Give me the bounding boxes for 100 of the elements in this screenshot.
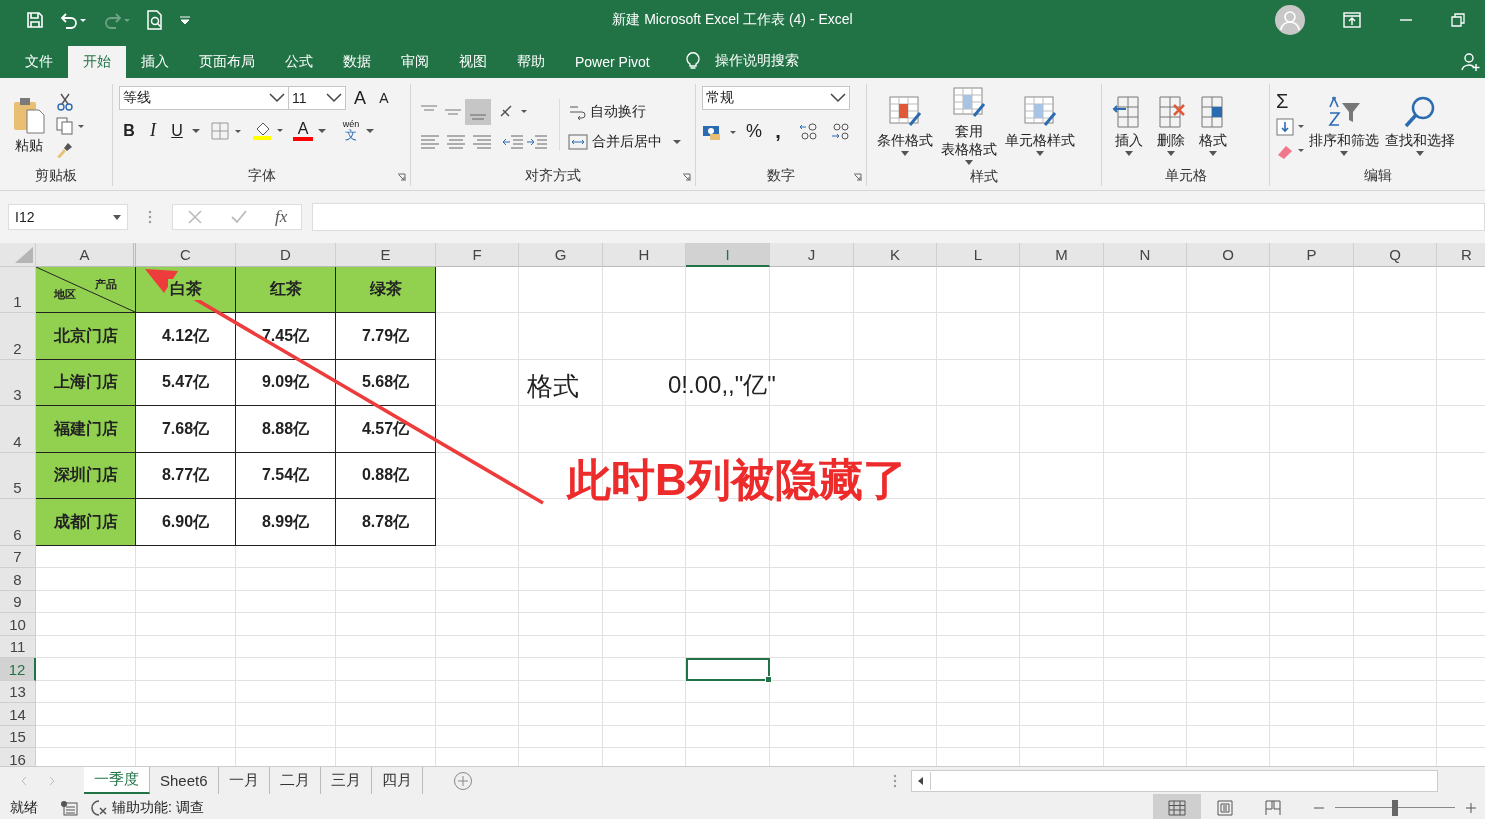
column-header[interactable]: K bbox=[854, 243, 937, 267]
row-header[interactable]: 14 bbox=[0, 703, 36, 726]
save-icon[interactable] bbox=[26, 11, 44, 29]
row-header[interactable]: 10 bbox=[0, 613, 36, 636]
zoom-in-icon[interactable] bbox=[1465, 801, 1477, 814]
dialog-launcher-icon[interactable] bbox=[397, 173, 406, 182]
row-header[interactable]: 2 bbox=[0, 313, 36, 360]
paste-button[interactable]: 粘贴 bbox=[6, 94, 52, 156]
shrink-font-button[interactable]: A bbox=[374, 90, 394, 106]
copy-icon[interactable] bbox=[56, 117, 86, 135]
row-header[interactable]: 12 bbox=[0, 658, 36, 681]
column-header[interactable]: M bbox=[1020, 243, 1104, 267]
row-header[interactable]: 8 bbox=[0, 568, 36, 591]
decrease-decimal-icon[interactable] bbox=[830, 120, 852, 143]
row-header[interactable]: 13 bbox=[0, 681, 36, 703]
sort-filter-button[interactable]: 排序和筛选 bbox=[1306, 92, 1382, 158]
dialog-launcher-icon[interactable] bbox=[853, 173, 862, 182]
print-preview-icon[interactable] bbox=[146, 10, 164, 30]
font-family-dropdown[interactable]: 等线 bbox=[119, 86, 289, 110]
accessibility-icon[interactable] bbox=[90, 798, 108, 817]
column-header[interactable]: R bbox=[1437, 243, 1485, 267]
phonetic-button[interactable]: wén 文 bbox=[341, 120, 361, 141]
name-box[interactable]: I12 bbox=[8, 204, 128, 230]
style-button[interactable]: 条件格式 bbox=[873, 93, 937, 158]
caret-icon[interactable] bbox=[191, 127, 201, 134]
number-format-dropdown[interactable]: 常规 bbox=[702, 86, 850, 110]
italic-button[interactable]: I bbox=[143, 120, 163, 141]
menu-tab[interactable]: 页面布局 bbox=[184, 46, 270, 78]
cells-button[interactable]: 删除 bbox=[1150, 92, 1192, 158]
row-header[interactable]: 16 bbox=[0, 748, 36, 766]
font-color-button[interactable]: A bbox=[293, 120, 313, 141]
column-header[interactable]: D bbox=[236, 243, 336, 267]
format-painter-icon[interactable] bbox=[56, 141, 74, 159]
column-header[interactable]: Q bbox=[1354, 243, 1437, 267]
column-header[interactable]: H bbox=[603, 243, 686, 267]
menu-tab[interactable]: Power Pivot bbox=[560, 46, 665, 78]
zoom-thumb[interactable] bbox=[1392, 799, 1398, 816]
caret-icon[interactable] bbox=[317, 127, 327, 134]
scissors-icon[interactable] bbox=[56, 93, 74, 111]
menu-tab[interactable]: 帮助 bbox=[502, 46, 560, 78]
menu-tab[interactable]: 视图 bbox=[444, 46, 502, 78]
row-header[interactable]: 7 bbox=[0, 546, 36, 568]
column-header[interactable]: L bbox=[937, 243, 1020, 267]
wrap-text-button[interactable]: 自动换行 bbox=[568, 103, 682, 121]
row-header[interactable]: 11 bbox=[0, 636, 36, 658]
column-header[interactable]: J bbox=[770, 243, 854, 267]
add-sheet-icon[interactable] bbox=[452, 770, 473, 791]
column-header[interactable]: I bbox=[686, 243, 770, 267]
row-header[interactable]: 3 bbox=[0, 360, 36, 406]
menu-tab[interactable]: 文件 bbox=[10, 46, 68, 78]
row-header[interactable]: 4 bbox=[0, 406, 36, 453]
menu-tab[interactable]: 公式 bbox=[270, 46, 328, 78]
sheet-grid[interactable] bbox=[0, 243, 1485, 766]
undo-icon[interactable] bbox=[58, 11, 88, 29]
share-person-icon[interactable] bbox=[1461, 52, 1481, 72]
customize-caret-icon[interactable] bbox=[178, 15, 192, 25]
row-header[interactable]: 5 bbox=[0, 453, 36, 499]
column-header[interactable]: A bbox=[36, 243, 136, 267]
style-button[interactable]: 单元格样式 bbox=[1001, 93, 1079, 158]
style-button[interactable]: 套用 表格格式 bbox=[937, 84, 1001, 167]
column-header[interactable]: F bbox=[436, 243, 519, 267]
column-header[interactable]: C bbox=[136, 243, 236, 267]
merge-center-button[interactable]: 合并后居中 bbox=[568, 133, 682, 151]
horizontal-scrollbar[interactable] bbox=[910, 769, 1438, 792]
menu-tab[interactable]: 开始 bbox=[68, 46, 126, 78]
lightbulb-icon[interactable] bbox=[684, 50, 701, 70]
column-header[interactable]: E bbox=[336, 243, 436, 267]
ribbon-display-icon[interactable] bbox=[1343, 12, 1361, 28]
fill-color-icon[interactable] bbox=[253, 120, 285, 141]
column-header[interactable]: N bbox=[1104, 243, 1187, 267]
row-header[interactable]: 9 bbox=[0, 591, 36, 613]
tell-me-search[interactable]: 操作说明搜索 bbox=[714, 50, 799, 70]
column-header[interactable]: P bbox=[1270, 243, 1354, 267]
formula-input[interactable] bbox=[312, 203, 1485, 231]
macro-record-icon[interactable] bbox=[60, 799, 78, 816]
normal-view-button[interactable] bbox=[1153, 794, 1201, 819]
sheet-tab[interactable]: 一季度 bbox=[84, 767, 150, 794]
percent-button[interactable]: % bbox=[744, 121, 764, 142]
checkmark-icon[interactable] bbox=[229, 209, 248, 225]
drag-handle-icon[interactable] bbox=[148, 210, 152, 224]
comma-style-button[interactable]: , bbox=[768, 120, 788, 143]
cells-button[interactable]: 格式 bbox=[1192, 92, 1234, 158]
row-header[interactable]: 1 bbox=[0, 267, 36, 313]
fill-down-icon[interactable] bbox=[1276, 116, 1306, 137]
dialog-launcher-icon[interactable] bbox=[682, 173, 691, 182]
menu-tab[interactable]: 审阅 bbox=[386, 46, 444, 78]
grow-font-button[interactable]: A bbox=[350, 87, 370, 109]
find-select-button[interactable]: 查找和选择 bbox=[1382, 92, 1458, 158]
caret-icon[interactable] bbox=[365, 127, 375, 134]
active-cell[interactable] bbox=[686, 658, 770, 681]
restore-icon[interactable] bbox=[1451, 13, 1465, 27]
font-size-dropdown[interactable]: 11 bbox=[288, 86, 346, 110]
underline-button[interactable]: U bbox=[167, 121, 187, 140]
bold-button[interactable]: B bbox=[119, 121, 139, 140]
avatar-icon[interactable] bbox=[1275, 5, 1305, 35]
menu-tab[interactable]: 插入 bbox=[126, 46, 184, 78]
column-header[interactable]: O bbox=[1187, 243, 1270, 267]
row-header[interactable]: 6 bbox=[0, 499, 36, 546]
row-header[interactable]: 15 bbox=[0, 726, 36, 748]
insert-function-button[interactable]: fx bbox=[275, 207, 288, 227]
